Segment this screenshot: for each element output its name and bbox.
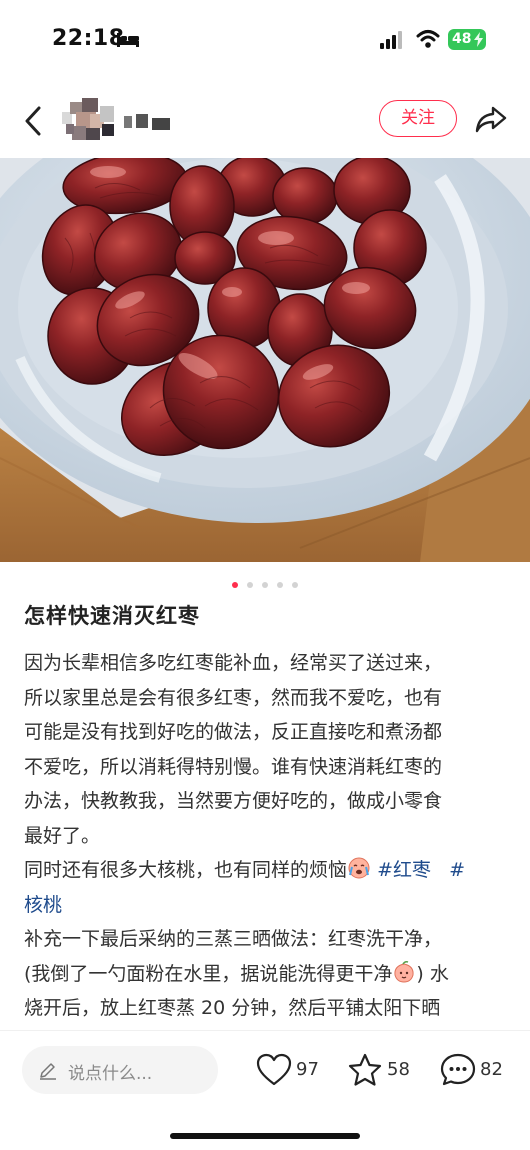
hashtag-link-end[interactable]: 核桃 (24, 894, 62, 916)
comment-input[interactable]: 说点什么... (22, 1046, 218, 1094)
crying-face-emoji-icon (348, 857, 370, 879)
post-body: 因为长辈相信多吃红枣能补血，经常买了送过来， 所以家里总是会有很多红枣，然而我不… (24, 646, 510, 1026)
comment-bubble-icon (440, 1053, 476, 1086)
peach-face-emoji-icon (394, 960, 414, 983)
body-line-with-hashtags: 同时还有很多大核桃，也有同样的烦恼 #红枣 # (24, 853, 510, 888)
cellular-signal-icon (380, 31, 402, 49)
post-title: 怎样快速消灭红枣 (24, 604, 200, 628)
body-line-with-emoji: (我倒了一勺面粉在水里，据说能洗得更干净 ) 水 (24, 957, 510, 992)
home-indicator[interactable] (170, 1133, 360, 1139)
hashtag-link-start[interactable]: # (449, 859, 465, 881)
follow-button[interactable]: 关注 (379, 100, 457, 137)
comment-button[interactable]: 82 (440, 1051, 510, 1091)
share-icon[interactable] (474, 103, 508, 135)
pencil-icon (40, 1063, 56, 1080)
carousel-dot[interactable] (277, 581, 284, 588)
battery-indicator: 48 (448, 29, 486, 50)
like-button[interactable]: 97 (256, 1051, 326, 1091)
carousel-dot-active[interactable] (231, 581, 238, 588)
body-line: 烧开后，放上红枣蒸 20 分钟，然后平铺太阳下晒 (24, 997, 441, 1019)
carousel-dot[interactable] (292, 581, 299, 588)
author-avatar[interactable] (62, 98, 120, 142)
author-name-redacted[interactable] (122, 114, 174, 130)
status-time: 22:18 (52, 26, 125, 51)
collect-button[interactable]: 58 (347, 1051, 417, 1091)
star-icon (348, 1053, 382, 1086)
body-text: ) 水 (416, 962, 449, 985)
back-arrow-icon[interactable] (20, 103, 48, 139)
body-line: 最好了。 (24, 824, 101, 847)
body-line: 不爱吃，所以消耗得特别慢。谁有快速消耗红枣的 (24, 755, 443, 778)
body-line: 所以家里总是会有很多红枣，然而我不爱吃，也有 (24, 686, 443, 709)
comment-count: 82 (480, 1059, 503, 1080)
charging-bolt-icon (474, 32, 483, 47)
wifi-icon (416, 30, 440, 48)
body-line: 补充一下最后采纳的三蒸三晒做法：红枣洗干净， (24, 928, 443, 950)
red-dates-bowl-image (0, 158, 530, 562)
bottom-action-bar: 说点什么... 97 58 82 (0, 1030, 530, 1150)
post-photo-red-dates[interactable] (0, 158, 530, 562)
body-line: 因为长辈相信多吃红枣能补血，经常买了送过来， (24, 652, 443, 674)
hashtag-link[interactable]: #红枣 (377, 859, 431, 881)
top-nav: 关注 (0, 90, 530, 154)
status-bar: 22:18 48 (0, 0, 530, 80)
carousel-dot[interactable] (246, 581, 253, 588)
collect-count: 58 (387, 1059, 410, 1080)
like-count: 97 (296, 1059, 319, 1080)
carousel-indicator (0, 574, 530, 588)
body-text: (我倒了一勺面粉在水里，据说能洗得更干净 (24, 962, 393, 985)
sleep-focus-icon (117, 33, 139, 47)
heart-icon (256, 1053, 292, 1086)
body-line: 办法，快教教我，当然要方便好吃的，做成小零食 (24, 790, 443, 812)
comment-placeholder: 说点什么... (68, 1064, 153, 1084)
battery-level: 48 (452, 31, 472, 47)
body-text: 同时还有很多大核桃，也有同样的烦恼 (24, 859, 348, 881)
body-line: 可能是没有找到好吃的做法，反正直接吃和煮汤都 (24, 721, 443, 743)
carousel-dot[interactable] (262, 581, 268, 588)
body-line: 核桃 (24, 888, 510, 923)
